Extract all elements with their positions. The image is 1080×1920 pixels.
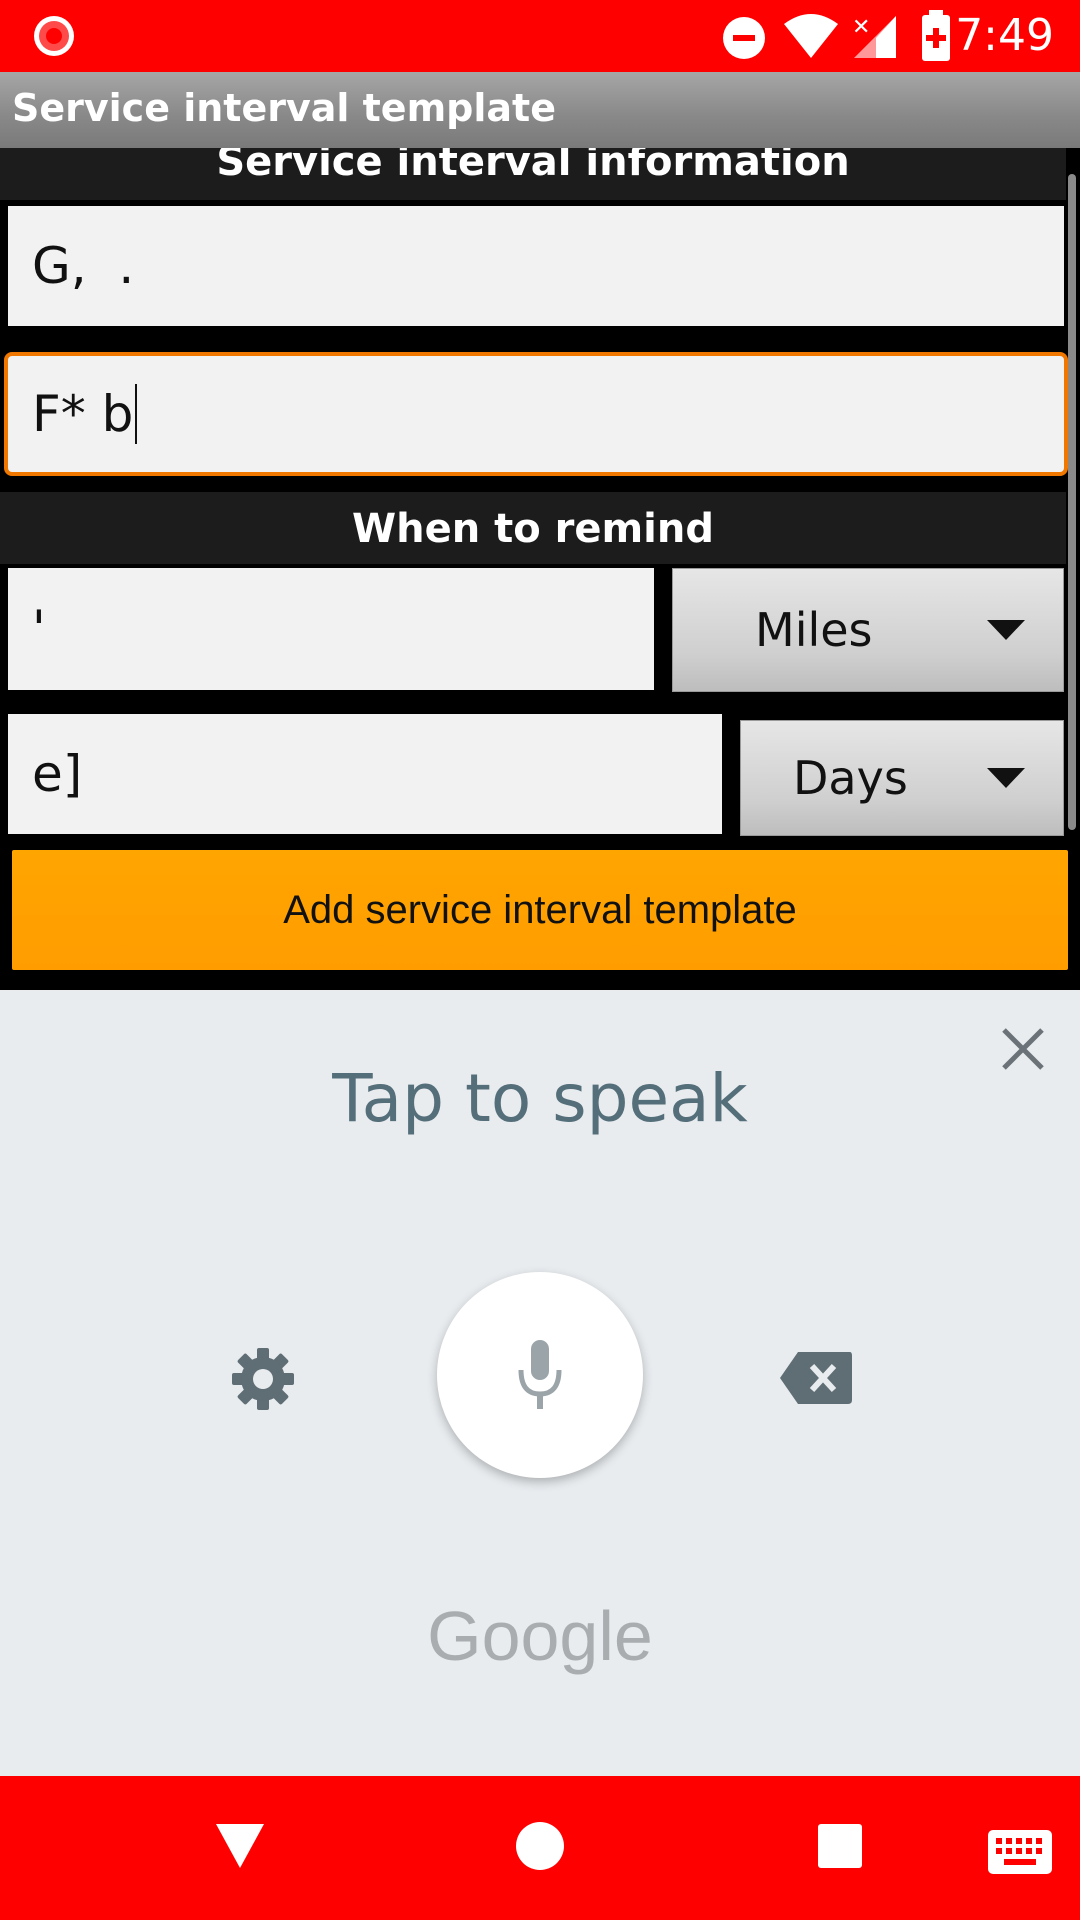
dropdown-arrow-icon xyxy=(987,620,1025,640)
form-content: Service interval information G, . F* b W… xyxy=(0,148,1080,990)
no-signal-icon: ✕ xyxy=(852,15,896,58)
wifi-icon xyxy=(784,14,838,58)
add-service-interval-template-button[interactable]: Add service interval template xyxy=(12,850,1068,970)
miles-interval-value: ' xyxy=(32,600,46,658)
miles-unit-label: Miles xyxy=(755,603,873,657)
recording-icon xyxy=(34,16,74,56)
scrollbar[interactable] xyxy=(1068,174,1076,830)
app-title: Service interval template xyxy=(12,86,556,130)
days-interval-field[interactable]: e] xyxy=(8,714,722,834)
status-bar: ✕ 7:49 xyxy=(0,0,1080,72)
do-not-disturb-icon xyxy=(723,17,765,59)
microphone-icon xyxy=(518,1340,562,1409)
navigation-bar xyxy=(0,1776,1080,1920)
svg-text:✕: ✕ xyxy=(852,15,870,40)
interval-name-field[interactable]: G, . xyxy=(8,206,1064,326)
google-logo: Google xyxy=(427,1597,653,1675)
days-unit-label: Days xyxy=(793,751,908,805)
settings-icon[interactable] xyxy=(230,1346,296,1412)
recents-icon[interactable] xyxy=(818,1824,862,1868)
interval-name-value: G, . xyxy=(32,237,135,295)
status-time: 7:49 xyxy=(955,10,1054,61)
interval-notes-field[interactable]: F* b xyxy=(4,352,1068,476)
days-interval-value: e] xyxy=(32,745,83,803)
days-unit-dropdown[interactable]: Days xyxy=(740,720,1064,836)
battery-charging-icon xyxy=(922,10,950,61)
text-cursor xyxy=(135,384,138,444)
section-header-info: Service interval information xyxy=(0,148,1066,200)
miles-interval-field[interactable]: ' xyxy=(8,568,654,690)
tap-to-speak-label: Tap to speak xyxy=(332,1060,748,1137)
microphone-button[interactable] xyxy=(437,1272,643,1478)
home-icon[interactable] xyxy=(516,1822,564,1870)
app-bar: Service interval template xyxy=(0,72,1080,148)
miles-unit-dropdown[interactable]: Miles xyxy=(672,568,1064,692)
dropdown-arrow-icon xyxy=(987,768,1025,788)
back-icon[interactable] xyxy=(214,1822,266,1870)
keyboard-icon[interactable] xyxy=(988,1830,1052,1874)
interval-notes-value: F* b xyxy=(32,385,134,443)
section-header-remind: When to remind xyxy=(0,492,1066,564)
backspace-icon[interactable] xyxy=(778,1350,854,1406)
